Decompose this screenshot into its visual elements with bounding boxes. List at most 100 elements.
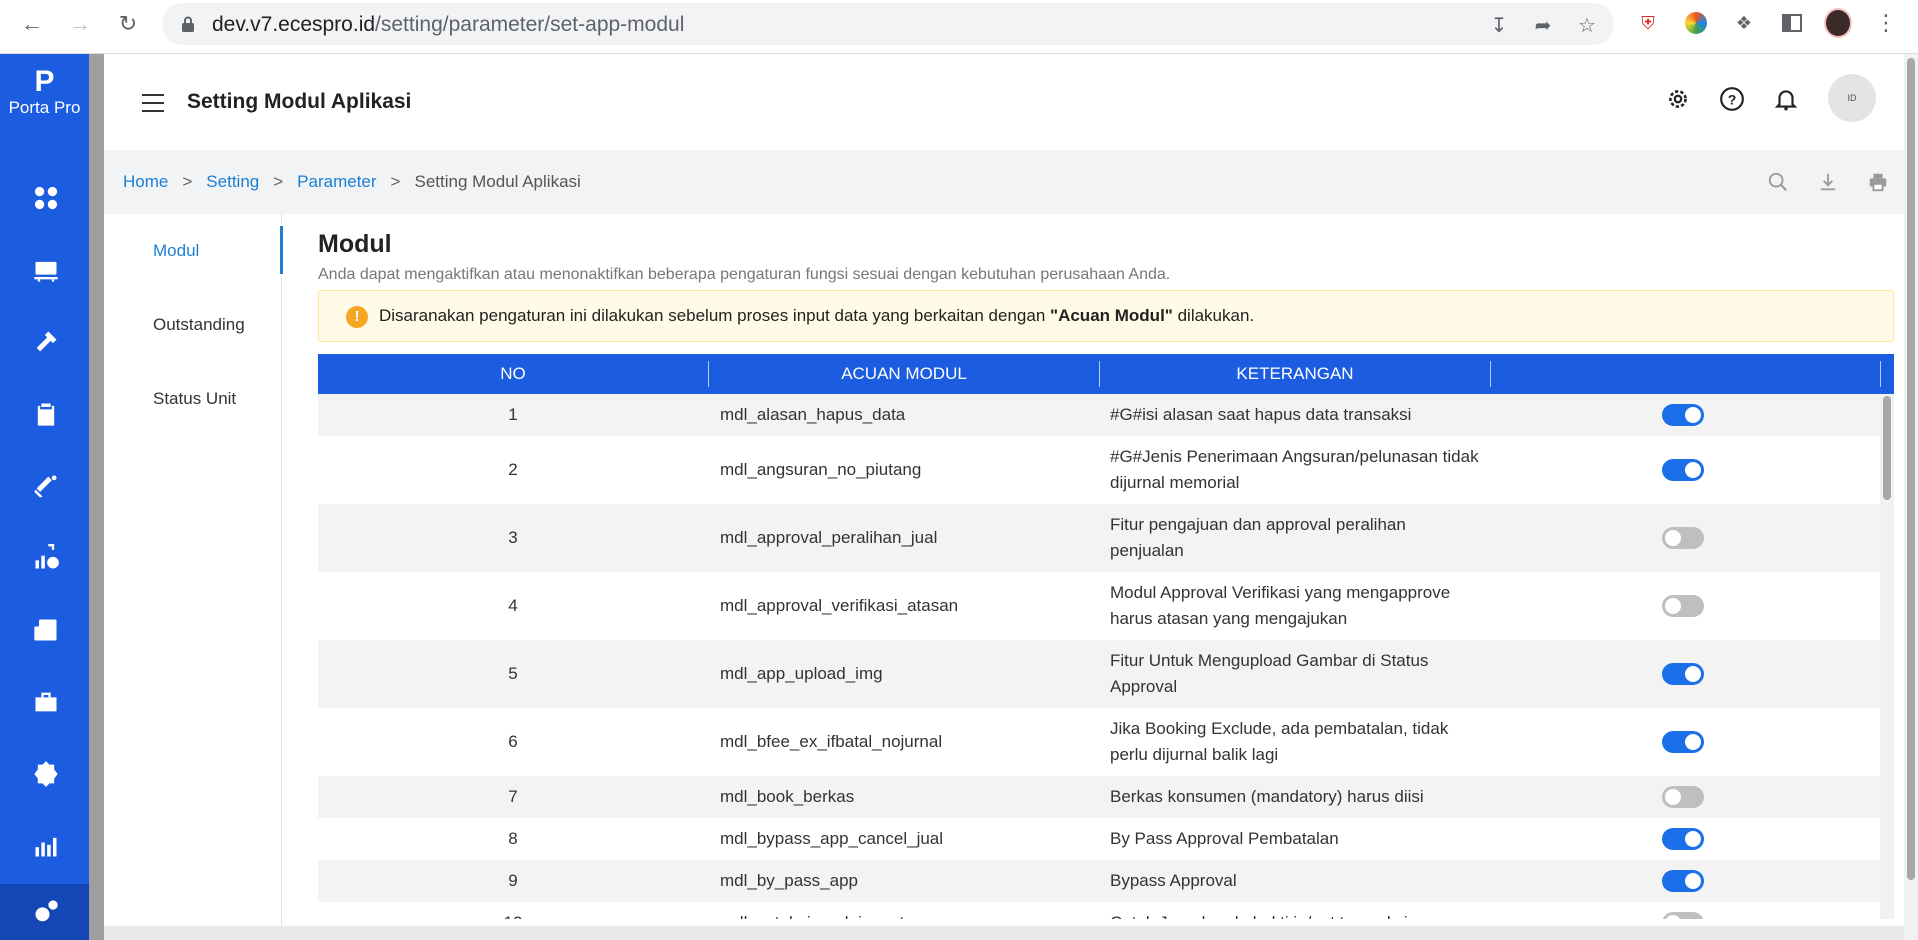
tab-divider [281,214,282,926]
cell-acuan-modul: mdl_cetak_jurnal_in_out [720,913,904,919]
section-title: Modul [318,230,392,258]
address-bar[interactable]: dev.v7.ecespro.id/setting/parameter/set-… [162,3,1614,45]
breadcrumb-home[interactable]: Home [123,172,168,192]
breadcrumb-parameter[interactable]: Parameter [297,172,376,192]
app-logo[interactable]: P Porta Pro [0,66,89,118]
cell-keterangan: Fitur pengajuan dan approval peralihan pe… [1110,515,1406,560]
cell-acuan-modul: mdl_bypass_app_cancel_jual [720,829,944,848]
settings-gears-icon [30,896,62,928]
extensions-puzzle-icon[interactable]: ❖ [1730,9,1758,37]
cell-acuan-modul: mdl_book_berkas [720,787,855,806]
reload-icon[interactable]: ↻ [112,8,144,40]
cell-acuan-modul: mdl_approval_peralihan_jual [720,528,938,547]
forward-arrow-icon[interactable]: → [64,8,96,40]
modul-toggle-switch[interactable] [1662,912,1704,919]
hammer-icon[interactable] [30,326,62,358]
share-icon[interactable]: ➦ [1530,12,1556,38]
modul-toggle-switch[interactable] [1662,459,1704,481]
dashboard-icon[interactable] [30,182,62,214]
back-arrow-icon[interactable]: ← [16,8,48,40]
install-app-icon[interactable]: ↧ [1486,12,1512,38]
breadcrumb: Home > Setting > Parameter > Setting Mod… [123,172,581,192]
table-scrollbar[interactable] [1880,394,1894,919]
tab-modul[interactable]: Modul [104,226,284,300]
project-board-icon[interactable] [30,254,62,286]
modul-toggle-switch[interactable] [1662,527,1704,549]
cell-keterangan: Berkas konsumen (mandatory) harus diisi [1110,787,1424,806]
breadcrumb-bar: Home > Setting > Parameter > Setting Mod… [104,150,1904,214]
modul-toggle-switch[interactable] [1662,828,1704,850]
download-icon[interactable] [1816,170,1840,194]
table-row: 7 mdl_book_berkas Berkas konsumen (mandato… [318,776,1880,818]
cell-keterangan: #G#Jenis Penerimaan Angsuran/pelunasan t… [1110,447,1479,492]
print-icon[interactable] [1866,170,1890,194]
bookmark-star-icon[interactable]: ☆ [1574,12,1600,38]
cell-acuan-modul: mdl_approval_verifikasi_atasan [720,596,959,615]
page-title: Setting Modul Aplikasi [187,90,412,113]
toolbox-icon[interactable] [30,686,62,718]
cell-no: 5 [508,664,518,683]
settings-nav-active[interactable] [0,884,89,940]
verified-badge-icon[interactable] [30,758,62,790]
notification-bell-icon[interactable] [1771,84,1801,114]
breadcrumb-separator: > [390,172,401,191]
url-text: dev.v7.ecespro.id/setting/parameter/set-… [212,13,685,36]
side-panel-icon[interactable] [1778,9,1806,37]
sidebar-scroll-track [89,54,104,940]
hamburger-menu-icon[interactable] [142,94,164,112]
modul-toggle-switch[interactable] [1662,404,1704,426]
page-scrollbar[interactable] [1904,54,1918,940]
invoice-icon[interactable] [30,614,62,646]
modul-toggle-switch[interactable] [1662,595,1704,617]
tab-outstanding[interactable]: Outstanding [104,300,284,374]
breadcrumb-separator: > [273,172,284,191]
table-row: 6 mdl_bfee_ex_ifbatal_nojurnal Jika Bookin… [318,708,1880,776]
table-row: 4 mdl_approval_verifikasi_atasan Modul App… [318,572,1880,640]
search-icon[interactable] [1766,170,1790,194]
table-row: 5 mdl_app_upload_img Fitur Untuk Menguploa… [318,640,1880,708]
modul-toggle-switch[interactable] [1662,731,1704,753]
cell-keterangan: Modul Approval Verifikasi yang mengappro… [1110,583,1451,628]
clipboard-icon[interactable] [30,398,62,430]
modul-toggle-switch[interactable] [1662,786,1704,808]
alert-message: Disaranakan pengaturan ini dilakukan seb… [379,306,1255,325]
cell-no: 9 [508,871,518,890]
profile-avatar-icon[interactable] [1824,8,1852,38]
tab-status-unit[interactable]: Status Unit [104,374,284,448]
extension-colorful-icon[interactable] [1682,9,1710,37]
app-header: Setting Modul Aplikasi ? ID [104,54,1904,150]
svg-text:?: ? [1728,91,1737,107]
table-row: 3 mdl_approval_peralihan_jual Fitur pengaj… [318,504,1880,572]
warning-icon: ! [346,306,368,328]
table-row: 10 mdl_cetak_jurnal_in_out Cetak Jurnal pa… [318,902,1880,919]
cell-keterangan: Cetak Jurnal pada bukti in/out transaksi [1110,910,1490,919]
modul-toggle-switch[interactable] [1662,663,1704,685]
gear-icon[interactable] [1663,84,1693,114]
header-acuan-modul: ACUAN MODUL [841,364,967,383]
warning-alert: ! Disaranakan pengaturan ini dilakukan s… [318,290,1894,342]
marketing-megaphone-icon[interactable] [30,470,62,502]
lock-icon [182,16,194,32]
header-keterangan: KETERANGAN [1236,364,1354,383]
cell-keterangan: Jika Booking Exclude, ada pembatalan, ti… [1110,719,1449,764]
report-chart-icon[interactable] [30,830,62,862]
cell-no: 6 [508,732,518,751]
cell-no: 7 [508,787,518,806]
modul-toggle-switch[interactable] [1662,870,1704,892]
app-sidebar: P Porta Pro [0,54,89,940]
header-no: NO [500,364,526,383]
cell-acuan-modul: mdl_by_pass_app [720,871,858,890]
breadcrumb-separator: > [182,172,193,191]
browser-menu-icon[interactable]: ⋮ [1872,9,1900,37]
breadcrumb-setting[interactable]: Setting [206,172,259,192]
help-question-icon[interactable]: ? [1717,84,1747,114]
cell-no: 8 [508,829,518,848]
cell-no: 3 [508,528,518,547]
extension-shield-icon[interactable]: ⛨ [1634,9,1662,37]
cell-no: 2 [508,460,518,479]
cell-keterangan: #G#isi alasan saat hapus data transaksi [1110,405,1412,424]
cell-acuan-modul: mdl_angsuran_no_piutang [720,460,922,479]
finance-growth-icon[interactable] [30,542,62,574]
active-tab-indicator [280,226,283,274]
user-avatar[interactable]: ID [1828,74,1876,122]
